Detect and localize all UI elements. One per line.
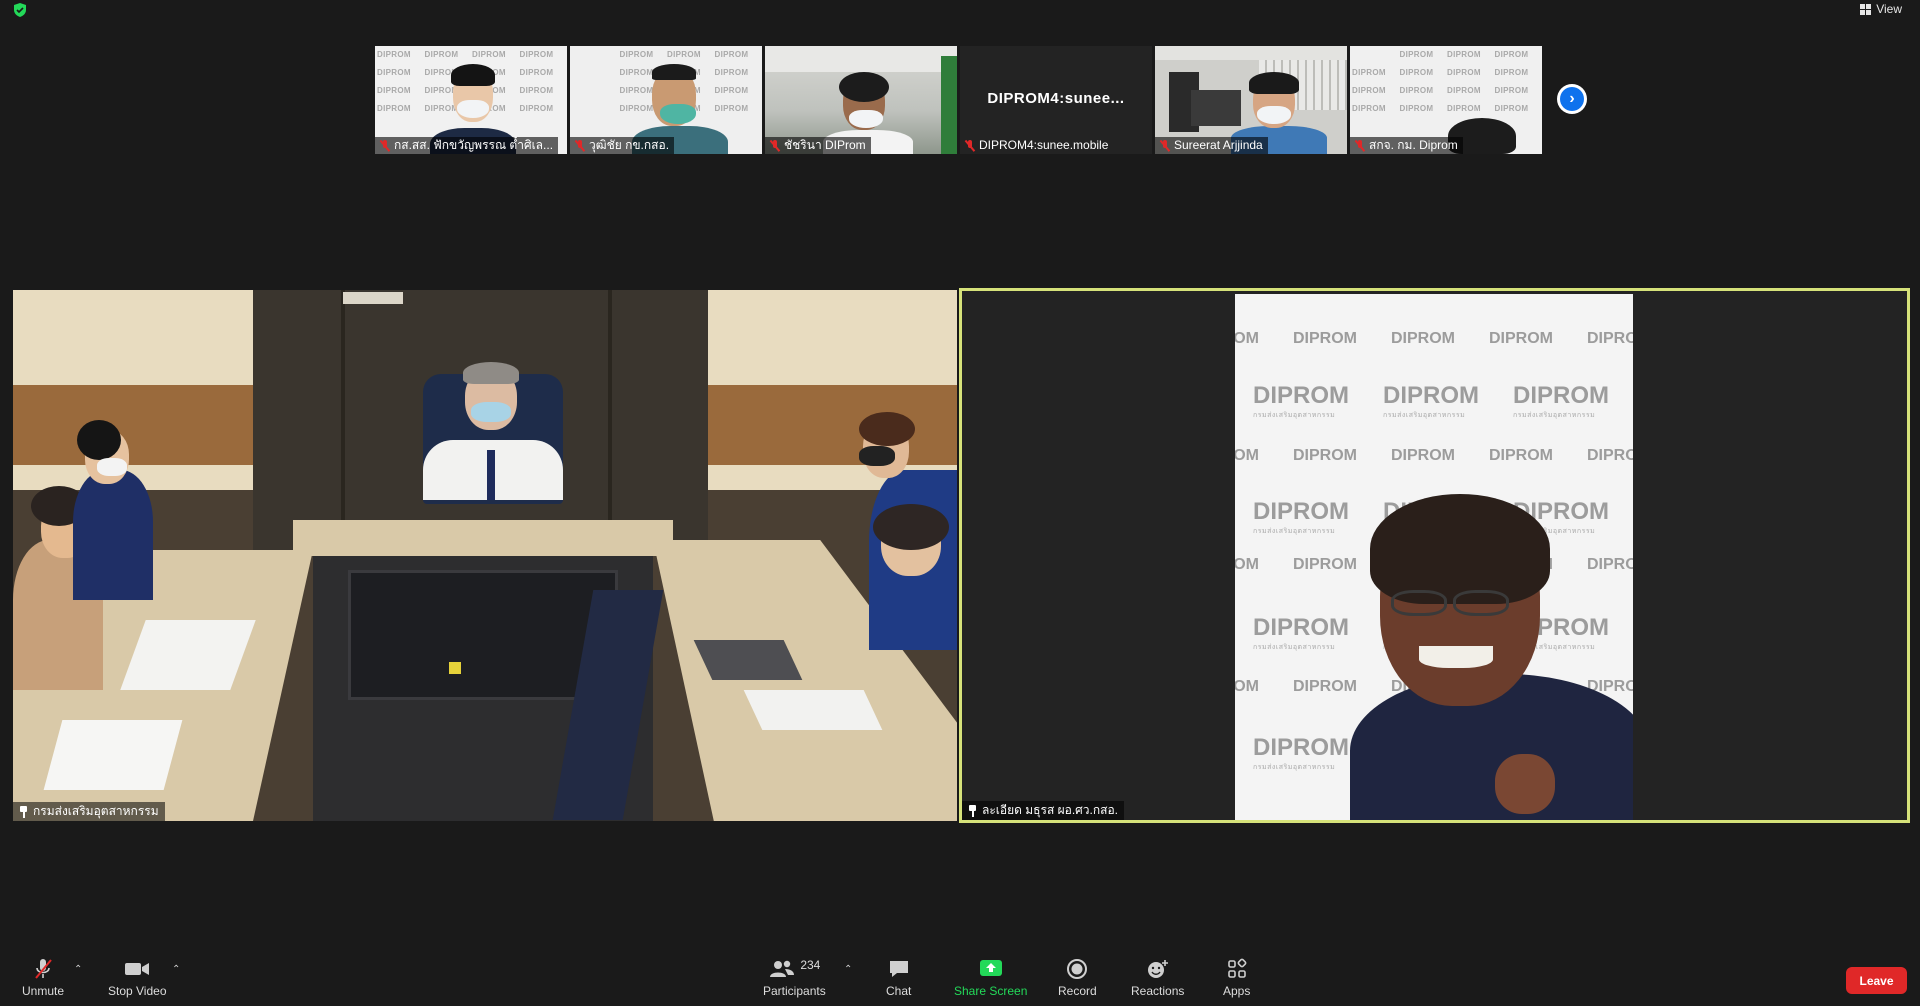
stop-video-label: Stop Video bbox=[108, 984, 167, 998]
participants-label: Participants bbox=[763, 984, 826, 998]
participant-thumbnail-strip: DIPROM DIPROM DIPROM DIPROM DIPROM DIPROM DIP… bbox=[375, 46, 1542, 154]
participant-tile[interactable]: Sureerat Arjjinda bbox=[1155, 46, 1347, 154]
video-camera-icon bbox=[123, 958, 151, 980]
participants-options-caret[interactable]: ⌃ bbox=[844, 964, 852, 975]
participant-name-label: ชัชรินา DIProm bbox=[765, 137, 871, 154]
main-video-active-speaker[interactable]: DIPROMDIPROMDIPROMDIPROMDIPROM DIPROMกรม… bbox=[959, 288, 1910, 823]
share-screen-button[interactable]: Share Screen bbox=[954, 958, 1027, 998]
participant-tile[interactable]: DIPROM DIPROM DIPROM DIPROM DIPROM DIPROM DIP… bbox=[1350, 46, 1542, 154]
chat-bubble-icon bbox=[887, 958, 911, 980]
unmute-button[interactable]: Unmute bbox=[22, 958, 64, 998]
participant-name-label: กส.สส. ฟักขวัญพรรณ ต๋ำศิเล... bbox=[375, 137, 559, 154]
pin-icon bbox=[968, 804, 977, 817]
gallery-view-icon bbox=[1860, 3, 1872, 15]
view-button[interactable]: View bbox=[1860, 2, 1902, 16]
participant-display-name: DIPROM4:sunee... bbox=[987, 90, 1125, 107]
microphone-muted-icon bbox=[31, 958, 55, 980]
share-screen-icon bbox=[978, 958, 1004, 980]
security-shield-icon[interactable] bbox=[12, 2, 28, 18]
participant-tile[interactable]: DIPROM4:sunee... DIPROM4:sunee.mobile bbox=[960, 46, 1152, 154]
share-screen-label: Share Screen bbox=[954, 984, 1028, 998]
record-button[interactable]: Record bbox=[1058, 958, 1097, 998]
smiley-plus-icon bbox=[1145, 958, 1171, 980]
apps-label: Apps bbox=[1223, 984, 1251, 998]
chevron-right-icon: › bbox=[1560, 87, 1584, 111]
zoom-meeting-window: View DIPROM DIPROM DIPROM DIPROM DIPROM DIPR… bbox=[0, 0, 1920, 1006]
mic-muted-icon bbox=[770, 139, 780, 152]
view-label: View bbox=[1876, 2, 1902, 16]
mic-muted-icon bbox=[575, 139, 585, 152]
leave-button[interactable]: Leave bbox=[1846, 967, 1907, 994]
chat-button[interactable]: Chat bbox=[886, 958, 911, 998]
unmute-label: Unmute bbox=[22, 984, 65, 998]
audio-options-caret[interactable]: ⌃ bbox=[74, 964, 82, 975]
participant-tile[interactable]: DIPROM DIPROM DIPROM DIPROM DIPROM DIPROM DIP… bbox=[375, 46, 567, 154]
mic-muted-icon bbox=[1160, 139, 1170, 152]
record-icon bbox=[1066, 958, 1088, 980]
participant-tile[interactable]: ชัชรินา DIProm bbox=[765, 46, 957, 154]
mic-muted-icon bbox=[380, 139, 390, 152]
participant-count: 234 bbox=[800, 958, 821, 972]
apps-icon bbox=[1226, 958, 1248, 980]
participant-name-label: วุฒิชัย กข.กสอ. bbox=[570, 137, 675, 154]
video-options-caret[interactable]: ⌃ bbox=[172, 964, 180, 975]
record-label: Record bbox=[1058, 984, 1097, 998]
participant-name-label: Sureerat Arjjinda bbox=[1155, 137, 1268, 154]
reactions-button[interactable]: Reactions bbox=[1131, 958, 1184, 998]
reactions-label: Reactions bbox=[1131, 984, 1185, 998]
chat-label: Chat bbox=[886, 984, 912, 998]
stop-video-button[interactable]: Stop Video bbox=[108, 958, 167, 998]
next-page-button[interactable]: › bbox=[1557, 84, 1587, 114]
pin-icon bbox=[19, 805, 28, 818]
main-video-conference-room[interactable]: กรมส่งเสริมอุตสาหกรรม bbox=[13, 290, 957, 821]
mic-muted-icon bbox=[965, 139, 975, 152]
participant-tile[interactable]: DIPROM DIPROM DIPROM DIPROM DIPROM DIPROM DI… bbox=[570, 46, 762, 154]
meeting-controls-toolbar: Unmute ⌃ Stop Video ⌃ 234 Participants ⌃… bbox=[0, 948, 1920, 1006]
speaker-video: DIPROMDIPROMDIPROMDIPROMDIPROM DIPROMกรม… bbox=[1235, 294, 1633, 820]
participants-icon bbox=[770, 960, 795, 977]
participant-name-label: สกจ. กม. Diprom bbox=[1350, 137, 1463, 154]
participant-name-label: ละเอียด มธุรส ผอ.ศว.กสอ. bbox=[962, 801, 1124, 820]
participants-icon-group: 234 bbox=[768, 958, 820, 980]
apps-button[interactable]: Apps bbox=[1223, 958, 1250, 998]
participant-name-label: DIPROM4:sunee.mobile bbox=[960, 137, 1113, 154]
participants-button[interactable]: 234 Participants bbox=[763, 958, 826, 998]
participant-name-label: กรมส่งเสริมอุตสาหกรรม bbox=[13, 802, 165, 821]
mic-muted-icon bbox=[1355, 139, 1365, 152]
